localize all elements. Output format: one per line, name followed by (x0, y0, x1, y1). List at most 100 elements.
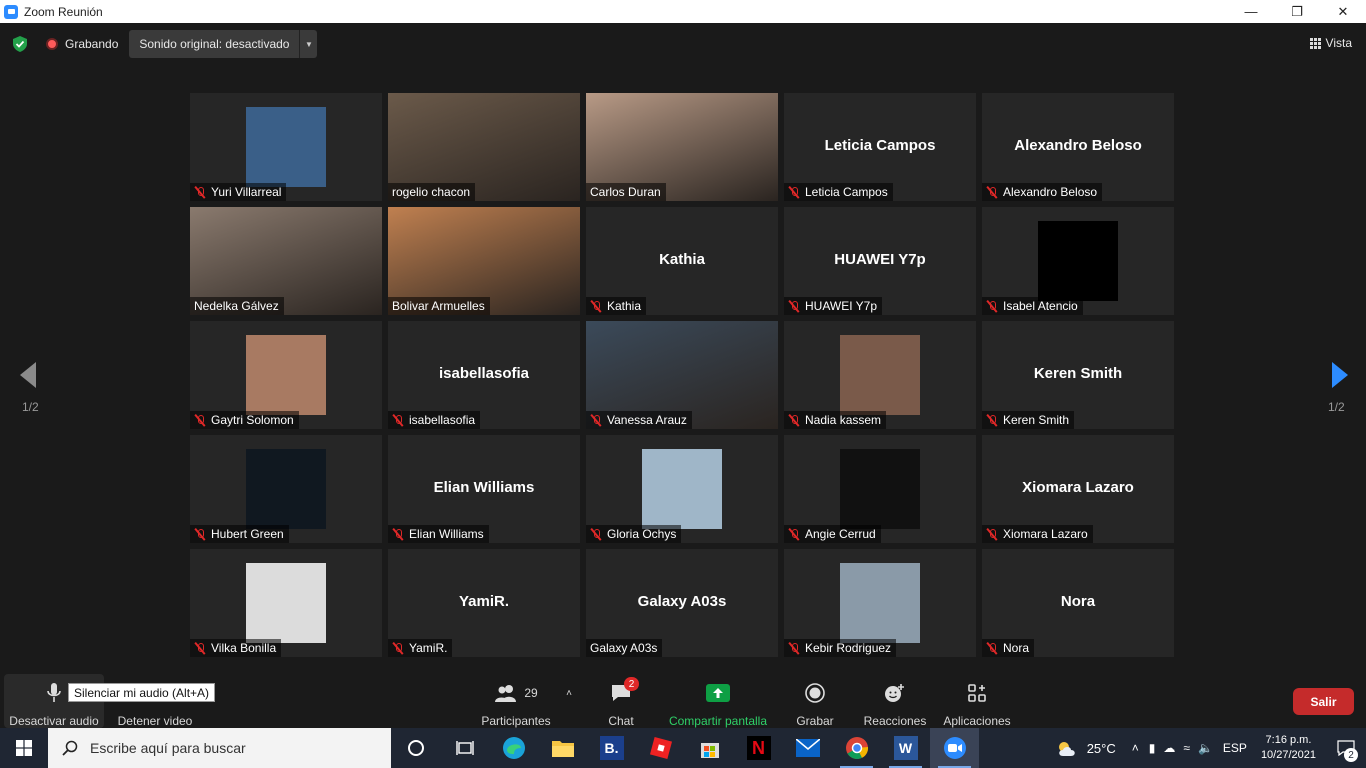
chevron-down-icon[interactable]: ▼ (299, 30, 317, 58)
participant-tile[interactable]: Xiomara Lazaro Xiomara Lazaro (982, 435, 1174, 543)
record-button[interactable]: Grabar (790, 674, 840, 728)
participant-tile[interactable]: Angie Cerrud (784, 435, 976, 543)
participant-tile[interactable]: Carlos Duran (586, 93, 778, 201)
participant-tile[interactable]: Hubert Green (190, 435, 382, 543)
edge-browser-icon[interactable] (489, 728, 538, 768)
zoom-app-icon (4, 4, 18, 19)
participant-tile[interactable]: Gloria Ochys (586, 435, 778, 543)
chrome-icon[interactable] (832, 728, 881, 768)
participant-tile[interactable]: Vilka Bonilla (190, 549, 382, 657)
participant-tile[interactable]: Alexandro Beloso Alexandro Beloso (982, 93, 1174, 201)
participant-tile[interactable]: Gaytri Solomon (190, 321, 382, 429)
participant-name-tag: rogelio chacon (388, 183, 476, 201)
input-language[interactable]: ESP (1223, 741, 1247, 755)
participant-tile[interactable]: rogelio chacon (388, 93, 580, 201)
participants-options-chevron-up-icon[interactable]: ˄ (560, 674, 578, 728)
participant-profile-photo (246, 449, 326, 529)
participant-name-tag: Keren Smith (982, 411, 1075, 429)
maximize-button[interactable]: ❐ (1274, 0, 1320, 23)
participant-tile[interactable]: Galaxy A03s Galaxy A03s (586, 549, 778, 657)
chat-button[interactable]: Chat 2 (596, 674, 646, 728)
share-screen-label: Compartir pantalla (668, 714, 768, 728)
apps-label: Aplicaciones (943, 714, 1011, 728)
participant-tile[interactable]: Keren Smith Keren Smith (982, 321, 1174, 429)
view-label: Vista (1325, 36, 1352, 50)
participant-tile[interactable]: YamiR. YamiR. (388, 549, 580, 657)
clock[interactable]: 7:16 p.m. 10/27/2021 (1261, 733, 1316, 763)
original-sound-button[interactable]: Sonido original: desactivado ▼ (129, 30, 318, 58)
leave-meeting-button[interactable]: Salir (1293, 688, 1354, 715)
participant-name: Kathia (607, 299, 642, 313)
participant-name-tag: Hubert Green (190, 525, 289, 543)
booking-app-icon[interactable]: B. (587, 728, 636, 768)
wifi-icon[interactable]: ≈ (1183, 741, 1190, 755)
participant-tile[interactable]: Nadia kassem (784, 321, 976, 429)
participant-tile[interactable]: HUAWEI Y7p HUAWEI Y7p (784, 207, 976, 315)
participant-tile[interactable]: Leticia Campos Leticia Campos (784, 93, 976, 201)
battery-icon[interactable]: ▮ (1149, 741, 1156, 755)
participant-profile-photo (840, 449, 920, 529)
volume-icon[interactable]: 🔈 (1198, 741, 1213, 755)
windows-start-icon[interactable] (0, 728, 48, 768)
participant-tile[interactable]: Isabel Atencio (982, 207, 1174, 315)
participant-profile-photo (642, 449, 722, 529)
minimize-button[interactable]: — (1228, 0, 1274, 23)
close-button[interactable]: ✕ (1320, 0, 1366, 23)
muted-microphone-icon (986, 186, 998, 199)
participant-tile[interactable]: Bolivar Armuelles (388, 207, 580, 315)
participant-name: Leticia Campos (805, 185, 888, 199)
muted-microphone-icon (590, 414, 602, 427)
roblox-studio-icon[interactable] (636, 728, 685, 768)
participant-tile[interactable]: Elian Williams Elian Williams (388, 435, 580, 543)
participant-name: Alexandro Beloso (1003, 185, 1098, 199)
zoom-taskbar-icon[interactable] (930, 728, 979, 768)
participant-name-tag: Yuri Villarreal (190, 183, 287, 201)
view-button[interactable]: Vista (1309, 36, 1352, 50)
previous-page-arrow-icon[interactable] (16, 360, 46, 390)
participant-name: Hubert Green (211, 527, 284, 541)
participant-name-tag: Vilka Bonilla (190, 639, 282, 657)
participant-name-tag: Gloria Ochys (586, 525, 682, 543)
chat-unread-badge: 2 (624, 677, 639, 691)
next-page-arrow-icon[interactable] (1324, 360, 1354, 390)
participant-name: Gaytri Solomon (211, 413, 294, 427)
file-explorer-icon[interactable] (538, 728, 587, 768)
participant-tile[interactable]: isabellasofia isabellasofia (388, 321, 580, 429)
weather-temperature[interactable]: 25°C (1087, 741, 1116, 756)
participant-tile[interactable]: Nedelka Gálvez (190, 207, 382, 315)
participant-tile[interactable]: Yuri Villarreal (190, 93, 382, 201)
security-shield-icon[interactable] (12, 35, 28, 53)
participant-name-tag: Angie Cerrud (784, 525, 881, 543)
netflix-icon[interactable]: N (734, 728, 783, 768)
meeting-topbar: Grabando Sonido original: desactivado ▼ … (0, 23, 1366, 65)
taskbar-search-input[interactable]: Escribe aquí para buscar (48, 728, 391, 768)
action-center-notifications-icon[interactable]: 2 (1326, 728, 1366, 768)
participant-tile[interactable]: Kathia Kathia (586, 207, 778, 315)
weather-cloud-icon[interactable] (1055, 739, 1079, 757)
word-icon[interactable]: W (881, 728, 930, 768)
participant-name-tag: Leticia Campos (784, 183, 893, 201)
apps-button[interactable]: Aplicaciones (940, 674, 1014, 728)
share-screen-button[interactable]: Compartir pantalla (666, 674, 770, 728)
participants-button[interactable]: 29 Participantes (470, 674, 562, 728)
reactions-button[interactable]: Reacciones (862, 674, 928, 728)
participant-display-name: Keren Smith (1033, 365, 1123, 382)
onedrive-cloud-icon[interactable]: ☁ (1163, 741, 1175, 755)
microsoft-store-icon[interactable] (685, 728, 734, 768)
participant-name: Angie Cerrud (805, 527, 876, 541)
participant-tile[interactable]: Kebir Rodriguez (784, 549, 976, 657)
task-view-icon[interactable] (440, 728, 489, 768)
participant-name-tag: Nedelka Gálvez (190, 297, 284, 315)
muted-microphone-icon (788, 528, 800, 541)
muted-microphone-icon (590, 300, 602, 313)
windows-taskbar: Escribe aquí para buscar B. N W 25°C ˄ ▮… (0, 728, 1366, 768)
participant-tile[interactable]: Vanessa Arauz (586, 321, 778, 429)
show-hidden-icons-chevron-up-icon[interactable]: ˄ (1132, 741, 1139, 755)
muted-microphone-icon (194, 414, 206, 427)
muted-microphone-icon (986, 414, 998, 427)
participant-tile[interactable]: Nora Nora (982, 549, 1174, 657)
participant-profile-photo (246, 335, 326, 415)
muted-microphone-icon (392, 642, 404, 655)
cortana-icon[interactable] (391, 728, 440, 768)
mail-icon[interactable] (783, 728, 832, 768)
